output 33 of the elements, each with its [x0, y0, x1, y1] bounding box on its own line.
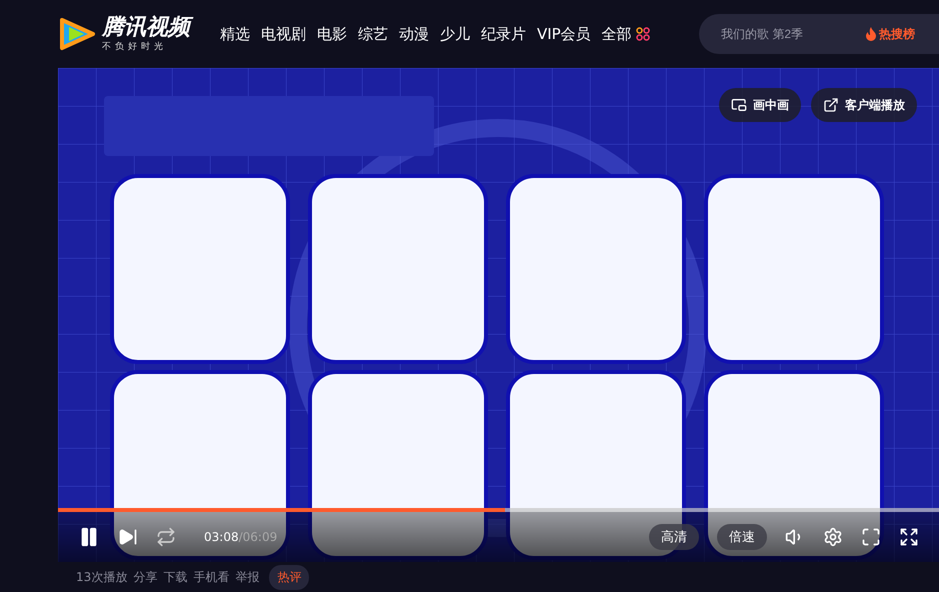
settings-button[interactable]	[823, 527, 843, 547]
search-field[interactable]: 我们的歌 第2季 热搜榜	[699, 14, 939, 54]
next-button[interactable]	[118, 527, 138, 547]
quality-button[interactable]: 高清	[649, 524, 699, 550]
picture-in-picture-button[interactable]: 画中画	[719, 88, 801, 122]
nav-link[interactable]: 动漫	[399, 24, 429, 44]
nav-link[interactable]: 全部	[602, 24, 650, 44]
nav-link[interactable]: 纪录片	[481, 24, 526, 44]
nav-link[interactable]: 电影	[317, 24, 347, 44]
nav-link[interactable]: 少儿	[440, 24, 470, 44]
fullscreen-button[interactable]	[899, 527, 919, 547]
hot-comments-tab[interactable]: 热评	[269, 564, 310, 590]
open-in-client-button[interactable]: 客户端播放	[811, 88, 917, 122]
action-link[interactable]: 下载	[163, 568, 188, 586]
dots-icon	[636, 27, 650, 41]
nav-link[interactable]: 精选	[220, 24, 250, 44]
nav-link[interactable]: 电视剧	[261, 24, 306, 44]
brand-slogan: 不负好时光	[102, 40, 168, 52]
logo-icon	[58, 17, 96, 51]
speed-button[interactable]: 倍速	[717, 524, 767, 550]
views-label: 13次播放	[76, 568, 128, 586]
loop-button[interactable]	[156, 527, 176, 547]
pip-icon	[731, 97, 747, 113]
action-link[interactable]: 举报	[235, 568, 260, 586]
external-link-icon	[823, 97, 839, 113]
web-fullscreen-button[interactable]	[861, 527, 881, 547]
playback-time: 03:08/06:09	[204, 530, 278, 544]
nav-link[interactable]: 综艺	[358, 24, 388, 44]
action-link[interactable]: 分享	[133, 568, 158, 586]
flame-icon	[865, 27, 877, 41]
nav-link[interactable]: VIP会员	[537, 24, 591, 44]
action-link[interactable]: 手机看	[193, 568, 230, 586]
hot-search-link[interactable]: 热搜榜	[865, 26, 915, 42]
